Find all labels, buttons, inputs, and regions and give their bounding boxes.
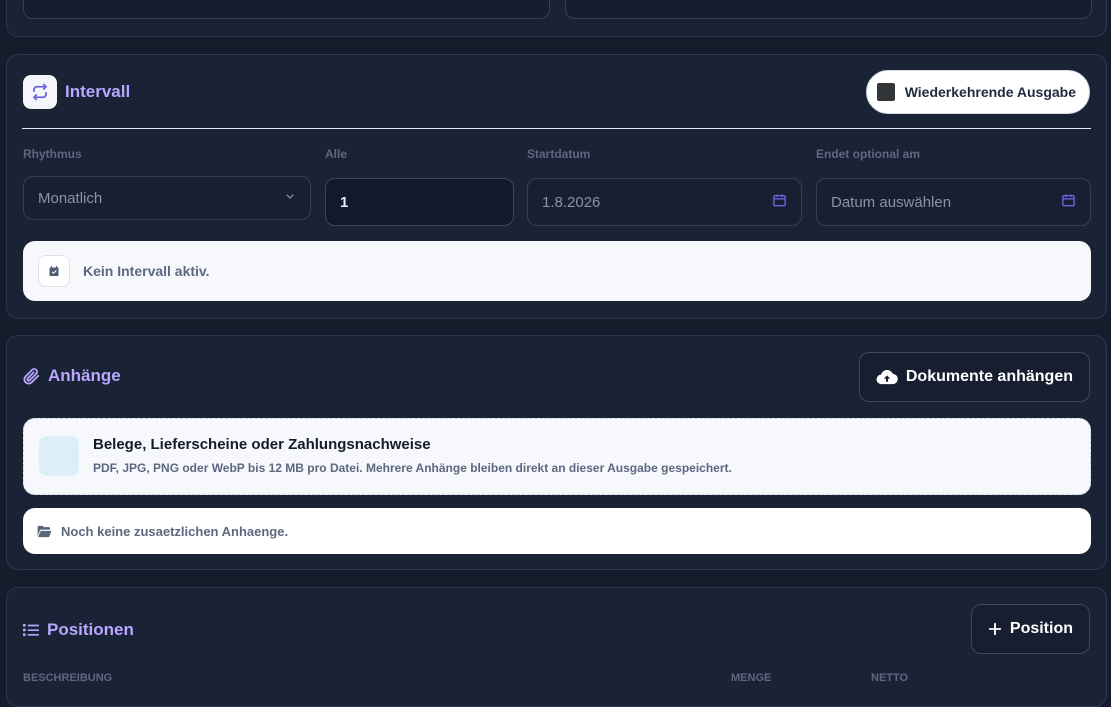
intervall-title: Intervall xyxy=(65,82,131,101)
alle-label: Alle xyxy=(325,147,348,161)
paperclip-icon xyxy=(23,367,40,385)
cloud-upload-icon xyxy=(876,369,898,385)
dropzone[interactable]: Belege, Lieferscheine oder Zahlungsnachw… xyxy=(23,418,1091,495)
top-field-left[interactable] xyxy=(23,0,550,19)
startdatum-input[interactable]: 1.8.2026 xyxy=(527,178,802,226)
calendar-check-icon xyxy=(38,255,70,287)
endet-label: Endet optional am xyxy=(816,147,921,161)
dropzone-hint: PDF, JPG, PNG oder WebP bis 12 MB pro Da… xyxy=(93,461,732,475)
column-beschreibung: BESCHREIBUNG xyxy=(23,672,113,684)
upload-documents-label: Dokumente anhängen xyxy=(905,368,1073,385)
dropzone-icon xyxy=(39,436,79,476)
column-netto: NETTO xyxy=(871,672,909,684)
intervall-card: Intervall Wiederkehrende Ausgabe Rhythmu… xyxy=(6,54,1107,319)
list-icon xyxy=(23,623,39,637)
attachments-empty-panel: Noch keine zusaetzlichen Anhaenge. xyxy=(23,508,1091,554)
calendar-icon[interactable] xyxy=(772,193,787,212)
top-field-right[interactable] xyxy=(565,0,1092,19)
intervall-status-panel: Kein Intervall aktiv. xyxy=(23,241,1091,301)
endet-input[interactable]: Datum auswählen xyxy=(816,178,1091,226)
calendar-icon[interactable] xyxy=(1061,193,1076,212)
positionen-header: Positionen xyxy=(23,620,134,640)
rhythmus-select[interactable]: Monatlich xyxy=(23,176,311,220)
recurring-toggle[interactable]: Wiederkehrende Ausgabe xyxy=(865,70,1090,114)
recurring-toggle-label: Wiederkehrende Ausgabe xyxy=(904,84,1076,100)
folder-open-icon xyxy=(37,525,52,538)
add-position-button[interactable]: Position xyxy=(970,604,1090,654)
positionen-title: Positionen xyxy=(47,620,134,639)
intervall-status-text: Kein Intervall aktiv. xyxy=(83,263,210,279)
divider xyxy=(22,128,1091,129)
anhaenge-card: Anhänge Dokumente anhängen Belege, Liefe… xyxy=(6,335,1107,570)
positionen-card: Positionen Position BESCHREIBUNG MENGE N… xyxy=(6,587,1107,707)
add-position-label: Position xyxy=(1009,620,1073,637)
attachments-empty-text: Noch keine zusaetzlichen Anhaenge. xyxy=(61,523,289,539)
column-menge: MENGE xyxy=(731,672,772,684)
startdatum-value: 1.8.2026 xyxy=(542,193,601,211)
upload-documents-button[interactable]: Dokumente anhängen xyxy=(858,352,1090,402)
startdatum-label: Startdatum xyxy=(527,147,591,161)
endet-placeholder: Datum auswählen xyxy=(831,193,952,211)
rhythmus-value: Monatlich xyxy=(38,189,103,207)
anhaenge-title: Anhänge xyxy=(48,366,121,385)
rhythmus-label: Rhythmus xyxy=(23,147,82,161)
top-card xyxy=(6,0,1107,37)
plus-icon xyxy=(988,622,1002,636)
alle-value: 1 xyxy=(340,193,349,211)
alle-input[interactable]: 1 xyxy=(325,178,514,226)
dropzone-title: Belege, Lieferscheine oder Zahlungsnachw… xyxy=(93,436,431,453)
intervall-header: Intervall xyxy=(23,75,130,109)
repeat-icon xyxy=(23,75,57,109)
anhaenge-header: Anhänge xyxy=(23,366,121,386)
recurring-checkbox[interactable] xyxy=(876,83,895,101)
chevron-down-icon xyxy=(284,190,296,207)
